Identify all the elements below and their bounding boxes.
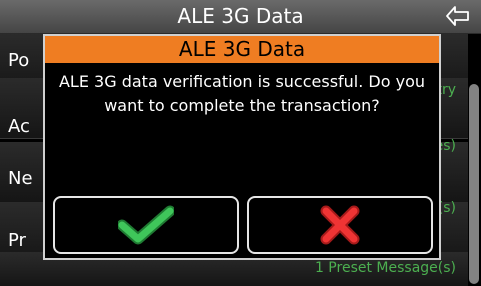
back-arrow-icon <box>446 6 469 26</box>
list-item-label: Ne <box>8 168 33 189</box>
page-title: ALE 3G Data <box>177 4 304 28</box>
x-icon <box>320 205 360 245</box>
confirm-button[interactable] <box>53 196 239 254</box>
title-bar: ALE 3G Data <box>0 0 481 34</box>
list-item-label: Pr <box>8 230 26 251</box>
dialog-title: ALE 3G Data <box>45 36 439 63</box>
list-item-label: Po <box>8 50 30 71</box>
list-item-label: Ac <box>8 116 30 137</box>
checkmark-icon <box>118 205 174 245</box>
cancel-button[interactable] <box>247 196 433 254</box>
list-item-value: 1 Preset Message(s) <box>314 260 456 276</box>
confirm-dialog: ALE 3G Data ALE 3G data verification is … <box>43 34 441 260</box>
scrollbar[interactable] <box>469 84 479 284</box>
dialog-message: ALE 3G data verification is successful. … <box>58 72 426 115</box>
back-button[interactable] <box>443 3 473 29</box>
